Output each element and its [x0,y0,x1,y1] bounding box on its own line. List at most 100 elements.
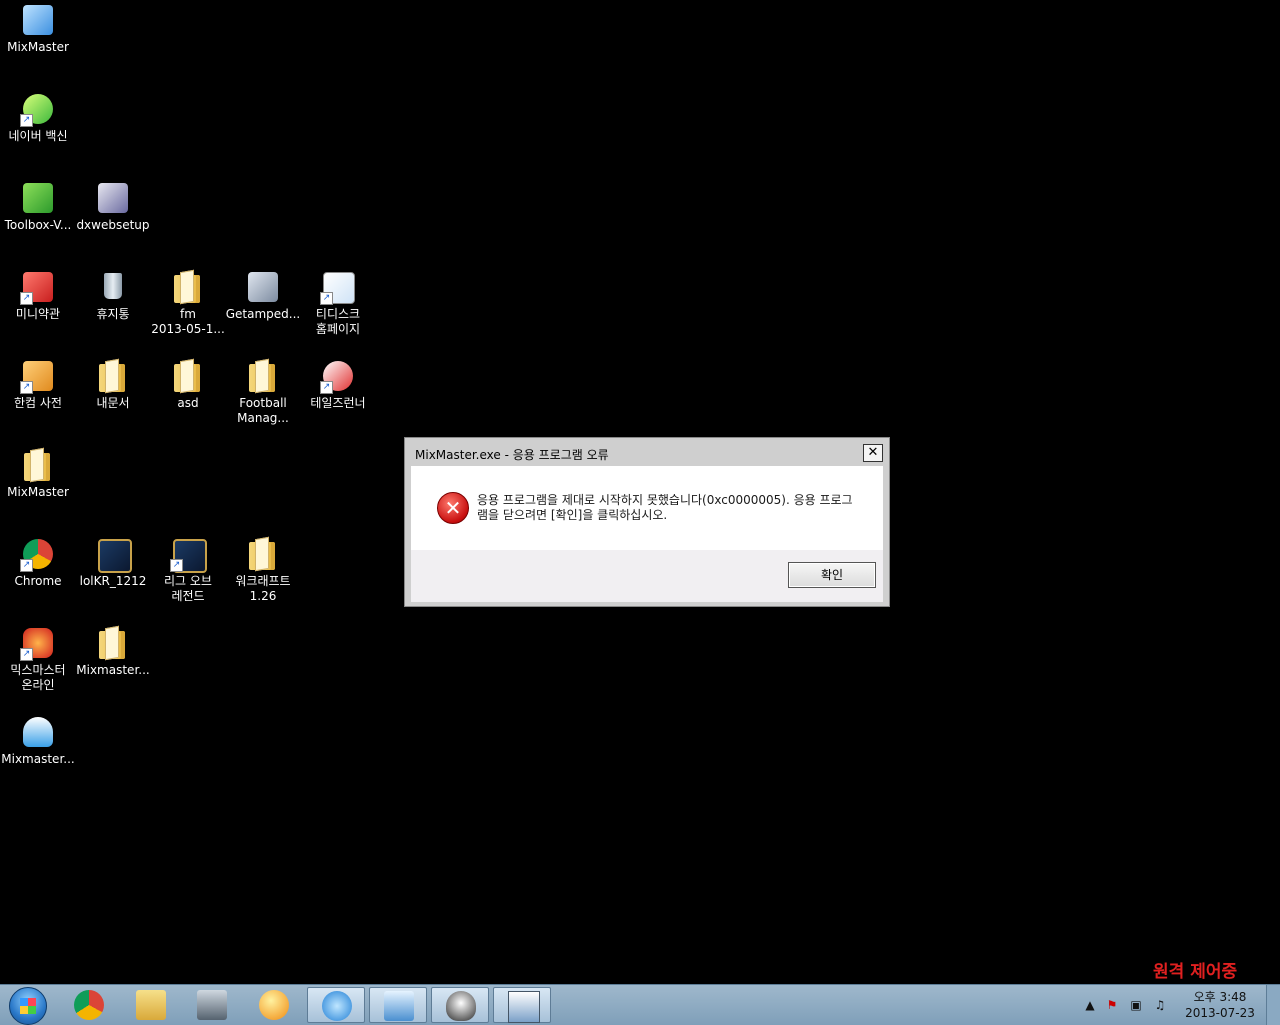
mixmaster-online-icon: ↗ [20,625,56,661]
shortcut-arrow-icon: ↗ [20,381,33,394]
desktop-icon[interactable]: 워크래프트 1.26 [225,536,301,604]
taskbar-button-chrome[interactable] [60,987,118,1023]
recycle-bin-icon [95,269,131,305]
taskbar-button-messenger-penguin[interactable] [431,987,489,1023]
folder-icon-graphic [249,542,275,570]
desktop-icon[interactable]: MixMaster [0,2,76,55]
desktop-icon[interactable]: ↗ 테일즈런너 [300,358,376,411]
media-player-icon [259,990,289,1020]
shortcut-arrow-icon: ↗ [320,381,333,394]
taskbar-button-media-player[interactable] [245,987,303,1023]
desktop-icon-label: fm 2013-05-1... [151,307,225,336]
taskbar-button-remote-desktop[interactable] [369,987,427,1023]
desktop-icon[interactable]: Toolbox-V... [0,180,76,233]
desktop-icon-label: MixMaster [7,40,69,54]
toolbox-icon-graphic [23,183,53,213]
window-app-icon [508,991,540,1023]
desktop-icon[interactable]: ↗ 리그 오브 레전드 [150,536,226,604]
start-button[interactable] [2,986,54,1025]
messenger-penguin-icon [446,991,476,1021]
recycle-bin-icon-graphic [104,273,122,299]
desktop-icon-label: Mixmaster... [1,752,75,766]
desktop-icon-label: 티디스크 홈페이지 [315,307,361,336]
internet-explorer-icon [322,991,352,1021]
desktop-icon[interactable]: Football Manag... [225,358,301,426]
remote-control-label: 원격 제어중 [1153,962,1238,982]
desktop-icon[interactable]: 휴지통 [75,269,151,322]
clock-date: 2013-07-23 [1185,1006,1255,1020]
folder-icon-graphic [249,364,275,392]
toolbox-icon [20,180,56,216]
desktop-icon-label: 한컴 사전 [14,396,62,410]
dxwebsetup-icon-graphic [98,183,128,213]
desktop-icon[interactable]: lolKR_1212 [75,536,151,589]
desktop-icon[interactable]: ↗ 미니약관 [0,269,76,322]
folder-icon [20,447,56,483]
taskbar-button-file-explorer[interactable] [122,987,180,1023]
taskbar-button-window-app[interactable] [493,987,551,1023]
action-center-flag-icon[interactable]: ⚑ [1104,997,1120,1013]
shortcut-arrow-icon: ↗ [170,559,183,572]
dialog-titlebar[interactable]: MixMaster.exe - 응용 프로그램 오류 ✕ [409,442,885,465]
league-of-legends-icon [95,536,132,573]
desktop-icon-label: Mixmaster... [76,663,150,677]
error-dialog: MixMaster.exe - 응용 프로그램 오류 ✕ ✕ 응용 프로그램을 … [404,437,890,607]
folder-icon [170,358,206,394]
folder-icon [95,625,131,661]
talesrunner-icon: ↗ [320,358,356,394]
remote-desktop-icon [384,991,414,1021]
desktop-icon-label: lolKR_1212 [79,574,147,588]
clock-time: 오후 3:48 [1193,990,1247,1004]
desktop-icon[interactable]: Getamped... [225,269,301,322]
league-of-legends-icon: ↗ [170,536,207,573]
show-desktop-button[interactable] [1266,985,1280,1025]
desktop-icon[interactable]: ↗ Chrome [0,536,76,589]
shortcut-arrow-icon: ↗ [320,292,333,305]
network-icon[interactable]: ▣ [1128,997,1144,1013]
folder-icon-graphic [99,631,125,659]
desktop-icon[interactable]: MixMaster [0,447,76,500]
desktop-icon-label: 네이버 백신 [8,129,68,143]
mixmaster-app-icon-graphic [23,5,53,35]
show-hidden-icons-icon[interactable]: ▲ [1082,997,1098,1013]
desktop-icon[interactable]: ↗ 한컴 사전 [0,358,76,411]
desktop-icon-label: 워크래프트 1.26 [235,574,291,603]
ok-button[interactable]: 확인 [788,562,876,588]
getamped-icon [245,269,281,305]
dialog-title: MixMaster.exe - 응용 프로그램 오류 [415,448,609,462]
close-icon[interactable]: ✕ [863,444,883,462]
desktop-icon[interactable]: Mixmaster... [0,714,76,767]
desktop-icon[interactable]: asd [150,358,226,411]
desktop-icon[interactable]: ↗ 네이버 백신 [0,91,76,144]
volume-icon[interactable]: ♫ [1152,997,1168,1013]
desktop-icon-label: 리그 오브 레전드 [164,574,212,603]
desktop-icon-label: Chrome [14,574,62,588]
error-message: 응용 프로그램을 제대로 시작하지 못했습니다(0xc0000005). 응용 … [477,493,853,522]
hancom-dictionary-icon: ↗ [20,358,56,394]
desktop-icon[interactable]: 내문서 [75,358,151,411]
file-explorer-icon [136,990,166,1020]
desktop-icon[interactable]: ↗ 티디스크 홈페이지 [300,269,376,337]
desktop-icon-label: MixMaster [7,485,69,499]
mini-terms-icon: ↗ [20,269,56,305]
shortcut-arrow-icon: ↗ [20,292,33,305]
dxwebsetup-icon [95,180,131,216]
mixmaster-app-icon [20,2,56,38]
taskbar-button-internet-explorer[interactable] [307,987,365,1023]
folder-icon-graphic [174,275,200,303]
folder-icon [245,358,281,394]
desktop-icon-label: Getamped... [225,307,301,321]
taskbar-button-network-monitor[interactable] [183,987,241,1023]
desktop-icon-label: 내문서 [96,396,130,410]
clock[interactable]: 오후 3:48 2013-07-23 [1182,989,1258,1021]
shortcut-arrow-icon: ↗ [20,114,33,127]
getamped-icon-graphic [248,272,278,302]
desktop-icon[interactable]: fm 2013-05-1... [150,269,226,337]
folder-icon-graphic [99,364,125,392]
dialog-body: ✕ 응용 프로그램을 제대로 시작하지 못했습니다(0xc0000005). 응… [411,466,883,550]
error-icon: ✕ [437,492,469,524]
desktop-icon[interactable]: Mixmaster... [75,625,151,678]
folder-icon [170,269,206,305]
desktop-icon[interactable]: ↗ 믹스마스터 온라인 [0,625,76,693]
desktop-icon[interactable]: dxwebsetup [75,180,151,233]
